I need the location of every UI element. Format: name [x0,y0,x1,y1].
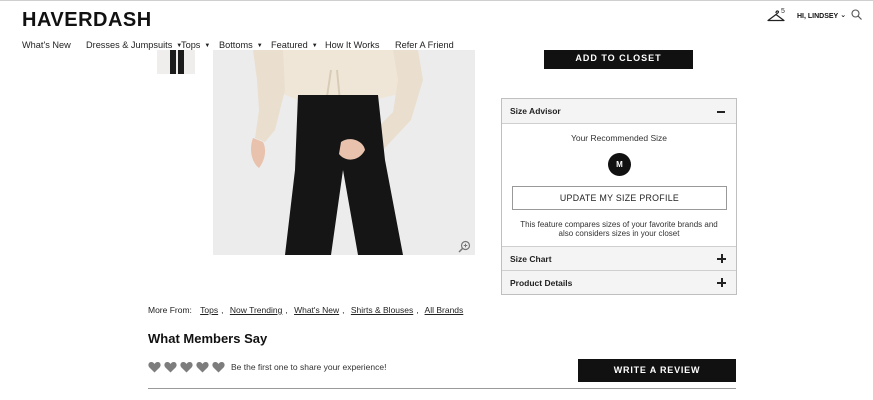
chevron-down-icon: ⌄ [840,12,847,19]
size-advisor-title: Size Advisor [510,106,561,116]
nav-item-featured[interactable]: Featured ▼ [271,40,318,50]
section-label: Product Details [510,278,573,288]
closet-count-badge: 5 [781,8,785,15]
no-reviews-text: Be the first one to share your experienc… [231,362,387,372]
thumbnail-pants-shape [178,50,184,74]
reviews-title: What Members Say [148,331,268,346]
nav-item-how-it-works[interactable]: How It Works [325,40,379,50]
minus-icon[interactable] [717,111,725,113]
update-size-profile-button[interactable]: UPDATE MY SIZE PROFILE [512,186,727,210]
site-logo[interactable]: HAVERDASH [22,9,152,32]
nav-item-bottoms[interactable]: Bottoms ▼ [219,40,263,50]
recommended-size-label: Your Recommended Size [570,133,668,143]
nav-item-label: Featured [271,40,308,50]
nav-item-tops[interactable]: Tops ▼ [181,40,210,50]
user-menu[interactable]: HI, LINDSEY ⌄ [797,12,846,20]
caret-down-icon: ▼ [256,43,263,49]
plus-icon[interactable] [717,254,726,263]
nav-item-label: Bottoms [219,40,253,50]
write-review-button[interactable]: WRITE A REVIEW [578,359,736,382]
zoom-in-icon[interactable] [458,240,471,253]
size-advisor-panel: Size Advisor Your Recommended Size M UPD… [501,98,737,295]
nav-item-refer-a-friend[interactable]: Refer A Friend [395,40,454,50]
link-all-brands[interactable]: All Brands [425,305,464,315]
top-border [0,0,873,1]
thumbnail-pants-shape [170,50,176,74]
more-from-links: More From: Tops, Now Trending, What's Ne… [148,305,466,315]
heart-icon [164,361,177,373]
size-advisor-description: This feature compares sizes of your favo… [520,220,718,238]
nav-item-label: How It Works [325,40,380,50]
nav-item-label: What's New [22,40,71,50]
link-shirts-blouses[interactable]: Shirts & Blouses [351,305,413,315]
link-now-trending[interactable]: Now Trending [230,305,282,315]
recommended-size-badge: M [608,153,631,176]
separator: , [221,305,224,315]
user-greeting: HI, LINDSEY [797,13,839,20]
add-to-closet-button[interactable]: ADD TO CLOSET [544,50,693,69]
size-advisor-header[interactable]: Size Advisor [502,99,736,124]
heart-icon [180,361,193,373]
size-chart-section[interactable]: Size Chart [502,246,736,270]
caret-down-icon: ▼ [204,43,211,49]
heart-icon [212,361,225,373]
link-tops[interactable]: Tops [200,305,218,315]
nav-item-label: Tops [181,40,201,50]
plus-icon[interactable] [717,278,726,287]
product-main-image[interactable] [213,50,475,255]
link-whats-new[interactable]: What's New [294,305,339,315]
divider [148,388,736,389]
search-icon[interactable] [851,9,862,20]
nav-item-label: Dresses & Jumpsuits [86,40,173,50]
nav-item-dresses-jumpsuits[interactable]: Dresses & Jumpsuits ▼ [86,40,182,50]
separator: , [285,305,288,315]
more-from-label: More From: [148,305,192,315]
heart-icon [196,361,209,373]
product-thumbnail[interactable] [157,50,195,74]
product-photo-illustration [213,50,475,255]
heart-icon [148,361,161,373]
product-details-section[interactable]: Product Details [502,270,736,294]
separator: , [416,305,419,315]
nav-item-label: Refer A Friend [395,40,454,50]
separator: , [342,305,345,315]
nav-item-whats-new[interactable]: What's New [22,40,71,50]
section-label: Size Chart [510,254,552,264]
caret-down-icon: ▼ [311,43,318,49]
